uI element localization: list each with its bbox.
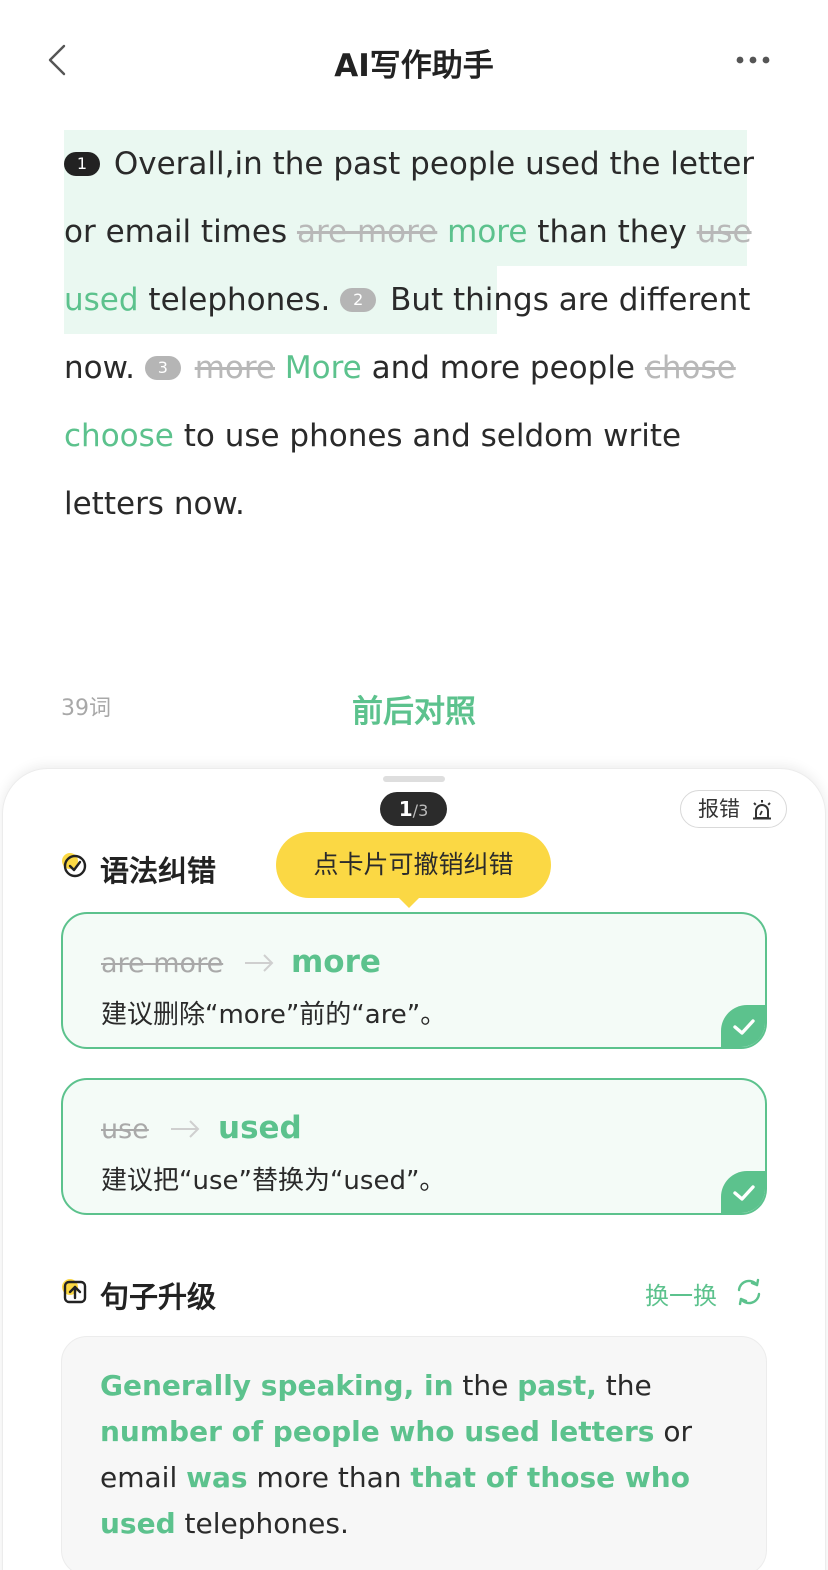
alarm-icon (753, 800, 771, 820)
page-title: AI写作助手 (334, 48, 494, 84)
drag-handle[interactable] (383, 776, 445, 782)
essay-fragment: telephones. (138, 282, 341, 318)
arrow-right-icon (245, 954, 274, 972)
upgrade-text: more than (247, 1461, 411, 1494)
inserted-text[interactable]: more (447, 214, 527, 250)
sentence-number-badge[interactable]: 1 (64, 152, 100, 176)
corrected-text: more (291, 944, 381, 980)
upgrade-suggestion-card[interactable]: Generally speaking, in the past, the num… (61, 1336, 767, 1570)
inserted-text[interactable]: used (64, 282, 139, 318)
essay-text: 1 Overall,in the past people used the le… (64, 130, 764, 538)
inserted-text[interactable]: More (285, 350, 362, 386)
upgrade-highlight: past, (517, 1369, 597, 1402)
upgrade-highlight: Generally speaking, in (100, 1369, 454, 1402)
upgrade-icon (62, 1279, 87, 1304)
refresh-icon[interactable] (734, 1277, 764, 1307)
original-text: use (101, 1114, 149, 1145)
upgrade-text: the (453, 1369, 518, 1402)
deleted-text: use (696, 214, 752, 250)
compare-button[interactable]: 前后对照 (0, 686, 828, 731)
undo-tip-tooltip: 点卡片可撤销纠错 (276, 832, 551, 898)
swap-button[interactable]: 换一换 (645, 1276, 717, 1311)
more-button[interactable] (730, 48, 780, 72)
essay-fragment: and more people (361, 350, 645, 386)
correction-description: 建议删除“more”前的“are”。 (101, 1000, 447, 1030)
correction-card[interactable]: are more more 建议删除“more”前的“are”。 (61, 912, 767, 1049)
page-total: 3 (418, 801, 429, 820)
checkmark-icon (733, 1185, 755, 1201)
arrow-right-icon (171, 1120, 200, 1138)
page-current: 1 (398, 797, 413, 821)
report-label: 报错 (698, 797, 740, 821)
page-indicator: 1/3 (380, 792, 447, 826)
sentence-number-badge[interactable]: 2 (340, 288, 377, 312)
upgrade-highlight: number of people who used letters (100, 1415, 655, 1448)
report-error-button[interactable]: 报错 (680, 790, 787, 828)
deleted-text: chose (644, 350, 736, 386)
original-text: are more (101, 948, 224, 979)
upgrade-highlight: was (186, 1461, 248, 1494)
deleted-text: are more (296, 214, 438, 250)
sentence-number-badge[interactable]: 3 (144, 356, 181, 380)
inserted-text[interactable]: choose (64, 418, 174, 454)
app-header: AI写作助手 (0, 0, 828, 120)
upgrade-text: telephones. (175, 1507, 349, 1540)
corrected-text: used (218, 1110, 302, 1146)
essay-fragment: than they (527, 214, 697, 250)
checkmark-icon (733, 1019, 755, 1035)
grammar-section-title: 语法纠错 (100, 854, 217, 888)
grammar-check-icon (62, 853, 87, 878)
correction-card[interactable]: use used 建议把“use”替换为“used”。 (61, 1078, 767, 1215)
more-dots-icon (736, 56, 770, 64)
upgrade-section-title: 句子升级 (100, 1280, 217, 1314)
correction-description: 建议把“use”替换为“used”。 (101, 1166, 446, 1196)
deleted-text: more (194, 350, 276, 386)
upgrade-text: the (596, 1369, 652, 1402)
tooltip-arrow (397, 896, 421, 908)
